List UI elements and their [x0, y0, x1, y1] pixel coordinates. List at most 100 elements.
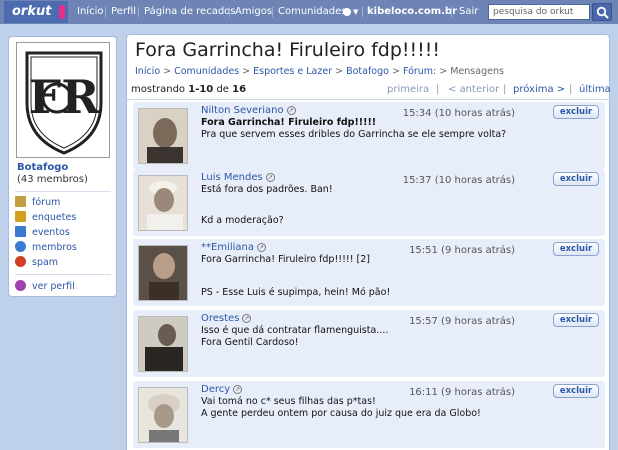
topic-panel: Fora Garrincha! Firuleiro fdp!!!!! Iníci… [126, 34, 611, 450]
breadcrumb-separator: > [439, 66, 448, 77]
pager-separator: | [569, 84, 573, 95]
message-body: Pra que servem esses dribles do Garrinch… [201, 129, 507, 140]
range-label: mostrando [131, 84, 186, 95]
pager-next[interactable]: próxima > [513, 84, 565, 95]
search-button[interactable] [592, 3, 612, 21]
profile-link-icon: ↗ [257, 242, 266, 252]
profile-link-icon: ↗ [242, 313, 252, 323]
chevron-down-icon: ▼ [353, 8, 359, 16]
breadcrumb-current: Mensagens [450, 66, 504, 77]
nav-divider [362, 7, 363, 17]
pager-prev[interactable]: < anterior [448, 84, 499, 95]
page-title: Fora Garrincha! Firuleiro fdp!!!!! [135, 39, 441, 61]
sidebar-item-members[interactable]: membros [15, 241, 77, 255]
author-name[interactable]: Orestes ↗ [201, 313, 252, 324]
avatar[interactable] [138, 316, 188, 372]
botafogo-crest-icon: FR [25, 51, 103, 155]
pager-separator: | [436, 84, 440, 95]
nav-divider [229, 7, 230, 17]
nav-amigos[interactable]: Amigos [235, 0, 272, 24]
message-body: A gente perdeu ontem por causa do juiz q… [201, 408, 481, 419]
author-name[interactable]: Nilton Severiano ↗ [201, 105, 296, 116]
profile-link-icon: ↗ [233, 384, 243, 394]
message-item: Orestes ↗ 15:57 (9 horas atrás) excluir I… [133, 310, 605, 377]
community-icon [343, 8, 351, 16]
breadcrumb-comunidades[interactable]: Comunidades [174, 66, 239, 77]
search-icon [596, 6, 609, 19]
avatar[interactable] [138, 175, 188, 231]
sidebar-item-forum[interactable]: fórum [15, 196, 60, 210]
message-body: Fora Gentil Cardoso! [201, 337, 299, 348]
sidebar-item-polls[interactable]: enquetes [15, 211, 76, 225]
sidebar-item-events[interactable]: eventos [15, 226, 70, 240]
author-name[interactable]: Luis Mendes ↗ [201, 172, 275, 183]
member-count: (43 membros) [17, 174, 88, 185]
top-navigation-bar: orkut Início Perfil Página de recados Am… [0, 0, 618, 24]
timestamp: 15:34 (10 horas atrás) [402, 108, 515, 119]
pager-last[interactable]: última [579, 84, 611, 95]
profile-link-icon: ↗ [286, 105, 296, 115]
delete-button[interactable]: excluir [553, 105, 599, 119]
community-name[interactable]: Botafogo [17, 162, 68, 173]
delete-button[interactable]: excluir [553, 242, 599, 256]
breadcrumb-forum[interactable]: Fórum: [403, 66, 436, 77]
message-body: Kd a moderação? [201, 215, 284, 226]
nav-perfil[interactable]: Perfil [111, 0, 136, 24]
author-label: **Emiliana [201, 242, 254, 253]
author-label: Luis Mendes [201, 172, 263, 183]
pagination-bar: mostrando 1-10 de 16 primeira | < anteri… [131, 84, 611, 98]
spam-icon [15, 256, 26, 267]
message-body: PS - Esse Luis é supimpa, hein! Mó pão! [201, 287, 391, 298]
author-name[interactable]: **Emiliana ↗ [201, 242, 266, 253]
profile-icon [15, 280, 26, 291]
message-subject: Fora Garrincha! Firuleiro fdp!!!!! [201, 117, 377, 128]
range-value: 1-10 [188, 84, 214, 95]
nav-comunidades[interactable]: Comunidades [278, 0, 346, 24]
communities-dropdown[interactable]: ▼ [339, 0, 358, 25]
avatar[interactable] [138, 387, 188, 443]
avatar[interactable] [138, 245, 188, 301]
breadcrumb-esportes[interactable]: Esportes e Lazer [253, 66, 332, 77]
timestamp: 15:37 (10 horas atrás) [402, 175, 515, 186]
sidebar-item-label: membros [32, 242, 77, 253]
timestamp: 16:11 (9 horas atrás) [409, 387, 515, 398]
message-body: Está fora dos padrões. Ban! [201, 184, 333, 195]
message-item: Nilton Severiano ↗ 15:34 (10 horas atrás)… [133, 102, 605, 169]
divider [15, 191, 111, 192]
avatar-photo-icon [139, 246, 187, 300]
poll-icon [15, 211, 26, 222]
pager-first[interactable]: primeira [387, 84, 429, 95]
result-range: mostrando 1-10 de 16 [131, 84, 246, 95]
range-of: de [216, 84, 229, 95]
divider [127, 99, 611, 100]
pager-separator: | [503, 84, 507, 95]
delete-button[interactable]: excluir [553, 384, 599, 398]
author-label: Orestes [201, 313, 240, 324]
svg-text:FR: FR [29, 70, 101, 124]
delete-button[interactable]: excluir [553, 313, 599, 327]
breadcrumb-separator: > [242, 66, 251, 77]
breadcrumb-inicio[interactable]: Início [135, 66, 160, 77]
view-profile-link[interactable]: ver perfil [15, 280, 75, 294]
sidebar-item-spam[interactable]: spam [15, 256, 58, 270]
message-item: Luis Mendes ↗ 15:37 (10 horas atrás) excl… [133, 169, 605, 236]
members-icon [15, 241, 26, 252]
sidebar-item-label: fórum [32, 197, 61, 208]
community-photo[interactable]: FR [16, 42, 110, 158]
breadcrumb-separator: > [335, 66, 344, 77]
community-sidebar: FR Botafogo (43 membros) fórum enquetes … [8, 36, 117, 297]
delete-button[interactable]: excluir [553, 172, 599, 186]
breadcrumb-botafogo[interactable]: Botafogo [346, 66, 389, 77]
author-name[interactable]: Dercy ↗ [201, 384, 243, 395]
nav-recados[interactable]: Página de recados [144, 0, 236, 24]
nav-divider [105, 7, 106, 17]
timestamp: 15:57 (9 horas atrás) [409, 316, 515, 327]
logout-link[interactable]: Sair [459, 0, 478, 24]
sidebar-item-label: enquetes [32, 212, 77, 223]
sidebar-item-label: ver perfil [32, 281, 75, 292]
nav-inicio[interactable]: Início [77, 0, 103, 24]
forum-icon [15, 196, 26, 207]
user-site-link[interactable]: kibeloco.com.br [367, 0, 457, 24]
avatar[interactable] [138, 108, 188, 164]
search-input[interactable]: pesquisa do orkut [488, 4, 590, 20]
